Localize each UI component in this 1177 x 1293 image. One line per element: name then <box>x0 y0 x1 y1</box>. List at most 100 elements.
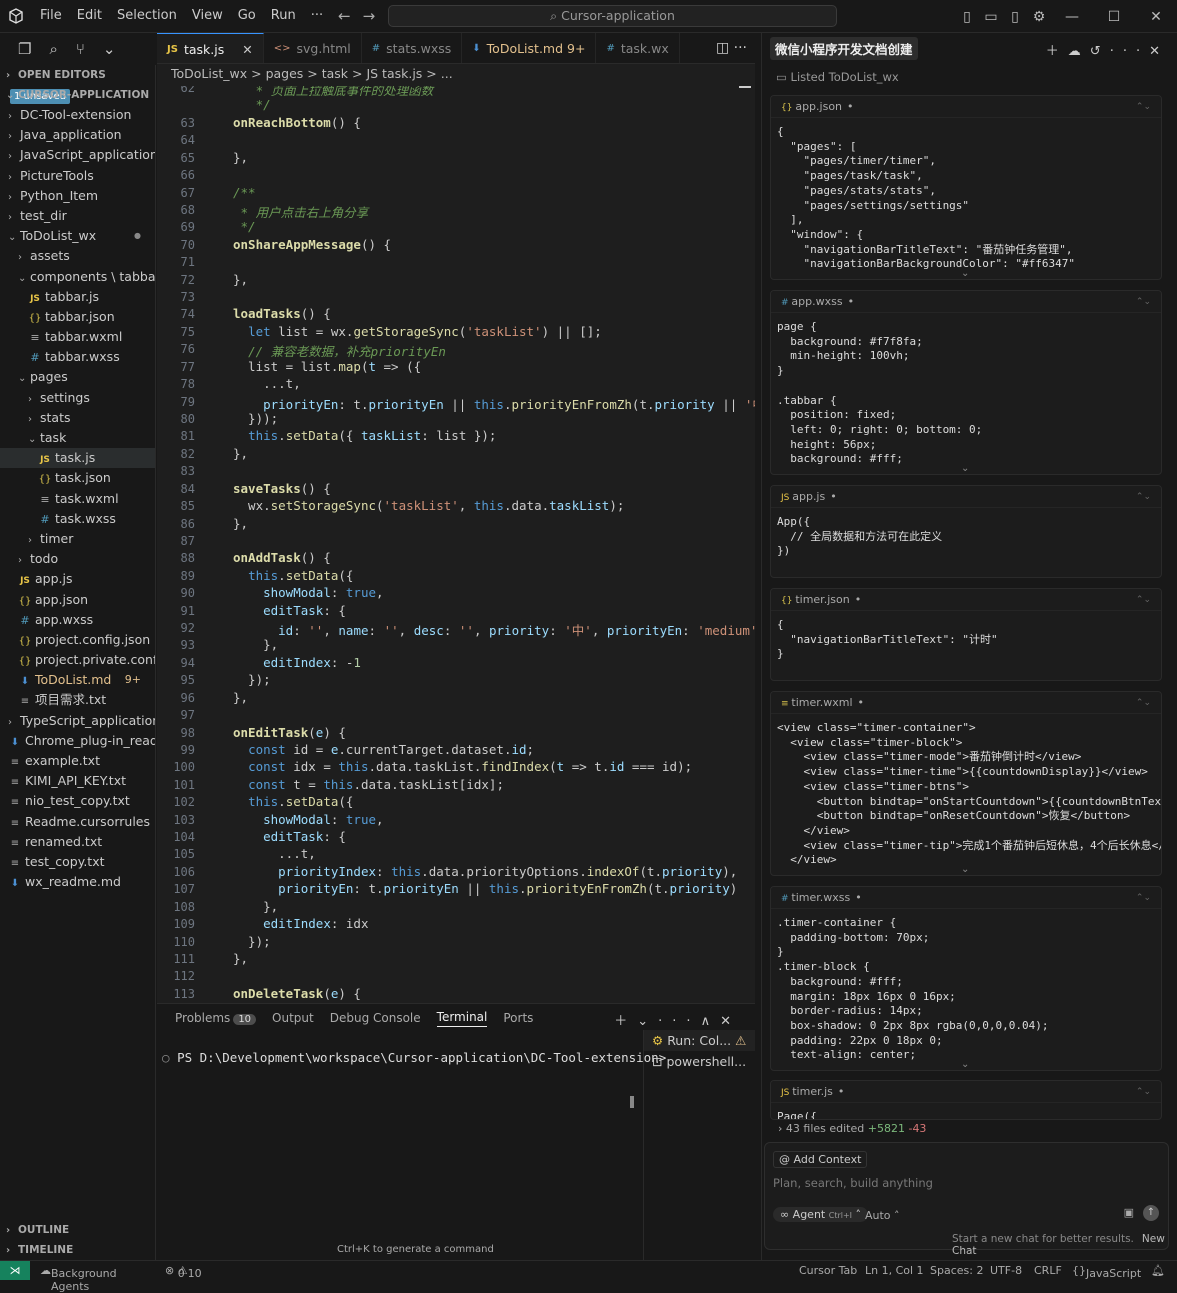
history-icon[interactable]: ↺ <box>1090 44 1110 59</box>
tree-item[interactable]: ⌄ ToDoList_wx ● <box>0 226 155 246</box>
editor-tab[interactable]: JS task.js ✕ <box>157 33 264 63</box>
tree-item[interactable]: # app.wxss <box>0 610 155 630</box>
tree-item[interactable]: {}project.private.confi... <box>0 650 155 670</box>
code-line[interactable]: }); <box>233 934 271 949</box>
code-card-content[interactable]: { "navigationBarTitleText": "计时" } <box>771 611 1161 680</box>
toggle-secondary-sidebar-icon[interactable]: ▯ <box>1003 9 1027 25</box>
new-chat-icon[interactable]: ＋ <box>1046 44 1068 59</box>
code-line[interactable]: loadTasks() { <box>233 306 331 321</box>
close-window-icon[interactable]: ✕ <box>1135 9 1177 25</box>
expand-collapse-icon[interactable]: ⌃⌄ <box>1136 887 1151 909</box>
code-line[interactable]: const t = this.data.taskList[idx]; <box>233 777 504 792</box>
code-line[interactable]: this.setData({ <box>233 568 353 583</box>
tree-item[interactable]: ≡ example.txt <box>0 751 155 771</box>
code-line[interactable]: }, <box>233 899 278 914</box>
agent-mode-select[interactable]: ∞ Agent Ctrl+I ˄ <box>773 1207 869 1222</box>
code-card-content[interactable]: App({ // 全局数据和方法可在此定义 }) <box>771 508 1161 577</box>
code-card-header[interactable]: JS timer.js • ⌃⌄ <box>771 1081 1161 1103</box>
tree-item[interactable]: ≡ nio_test_copy.txt <box>0 791 155 811</box>
language-mode[interactable]: {} JavaScript <box>1072 1264 1141 1280</box>
editor-tab[interactable]: <> svg.html <box>264 33 362 63</box>
explorer-icon[interactable]: ❐ <box>18 40 31 58</box>
tree-item[interactable]: › timer <box>0 529 155 549</box>
code-line[interactable]: ...t, <box>233 846 316 861</box>
code-line[interactable]: showModal: true, <box>233 585 383 600</box>
chevron-down-icon[interactable]: ⌄ <box>961 268 969 279</box>
code-card-content[interactable]: .timer-container { padding-bottom: 70px;… <box>771 909 1161 1070</box>
tree-item[interactable]: ≡ Readme.cursorrules <box>0 812 155 832</box>
code-line[interactable]: const idx = this.data.taskList.findIndex… <box>233 759 692 774</box>
toggle-panel-icon[interactable]: ▭ <box>979 9 1003 25</box>
source-control-icon[interactable]: ⑂ <box>76 40 85 58</box>
tree-item[interactable]: › todo <box>0 549 155 569</box>
expand-collapse-icon[interactable]: ⌃⌄ <box>1136 1081 1151 1103</box>
terminal-item-run[interactable]: ⚙ Run: Col... ⚠ <box>644 1030 755 1051</box>
menu-item-view[interactable]: View <box>192 8 223 23</box>
code-line[interactable]: })); <box>233 411 278 426</box>
menu-item-file[interactable]: File <box>40 8 62 23</box>
image-icon[interactable]: ▣ <box>1124 1206 1134 1219</box>
chevron-down-icon[interactable]: ⌄ <box>961 1059 969 1070</box>
code-line[interactable]: let list = wx.getStorageSync('taskList')… <box>233 324 602 339</box>
code-line[interactable]: }, <box>233 446 248 461</box>
code-line[interactable]: }, <box>233 637 278 652</box>
code-line[interactable]: list = list.map(t => ({ <box>233 359 421 374</box>
code-line[interactable]: */ <box>233 97 271 112</box>
more-icon[interactable]: ··· <box>658 1014 700 1029</box>
outline-header[interactable]: › OUTLINE <box>0 1220 69 1240</box>
tree-item[interactable]: {} tabbar.json <box>0 307 155 327</box>
more-actions-icon[interactable]: ··· <box>734 40 747 56</box>
timeline-header[interactable]: › TIMELINE <box>0 1240 73 1260</box>
code-line[interactable]: priorityIndex: this.data.priorityOptions… <box>233 864 737 879</box>
split-editor-icon[interactable]: ◫ <box>716 40 729 56</box>
code-line[interactable]: }, <box>233 951 248 966</box>
settings-gear-icon[interactable]: ⚙ <box>1027 9 1051 25</box>
close-panel-icon[interactable]: ✕ <box>720 1014 741 1029</box>
code-line[interactable]: }, <box>233 150 248 165</box>
tree-item[interactable]: ≡ task.wxml <box>0 489 155 509</box>
code-line[interactable]: /** <box>233 185 256 200</box>
workspace-root-header[interactable]: ⌄ CURSOR-APPLICATION <box>0 85 155 105</box>
code-line[interactable]: }, <box>233 690 248 705</box>
tree-item[interactable]: JS app.js <box>0 569 155 589</box>
tree-item[interactable]: › TypeScript_application <box>0 711 155 731</box>
encoding[interactable]: UTF-8 <box>990 1264 1022 1277</box>
tree-item[interactable]: # task.wxss <box>0 509 155 529</box>
code-line[interactable]: id: '', name: '', desc: '', priority: '中… <box>233 620 755 639</box>
code-card-header[interactable]: ≡ timer.wxml • ⌃⌄ <box>771 692 1161 714</box>
tree-item[interactable]: {} app.json <box>0 590 155 610</box>
code-line[interactable]: */ <box>233 219 256 234</box>
tree-item[interactable]: JS tabbar.js <box>0 287 155 307</box>
tree-item[interactable]: ≡ renamed.txt <box>0 832 155 852</box>
code-line[interactable]: editTask: { <box>233 829 346 844</box>
code-line[interactable]: priorityEn: t.priorityEn || this.priorit… <box>233 394 755 413</box>
tree-item[interactable]: ⬇ wx_readme.md <box>0 872 155 892</box>
code-line[interactable]: this.setData({ <box>233 794 353 809</box>
tree-item[interactable]: › test_dir <box>0 206 155 226</box>
code-card-content[interactable]: page { background: #f7f8fa; min-height: … <box>771 313 1161 474</box>
tree-item[interactable]: › settings <box>0 388 155 408</box>
breadcrumb[interactable]: ToDoList_wx > pages > task > JS task.js … <box>157 64 755 84</box>
code-line[interactable]: }, <box>233 272 248 287</box>
send-icon[interactable]: ↑ <box>1143 1205 1159 1221</box>
forward-arrow-icon[interactable]: → <box>363 7 376 25</box>
tree-item[interactable]: ≡ tabbar.wxml <box>0 327 155 347</box>
tree-item[interactable]: › stats <box>0 408 155 428</box>
tree-item[interactable]: › PictureTools <box>0 166 155 186</box>
close-icon[interactable]: ✕ <box>1149 44 1169 59</box>
code-card-content[interactable]: Page({ <box>771 1103 1161 1119</box>
menu-item-run[interactable]: Run <box>271 8 296 23</box>
code-line[interactable]: * 用户点击右上角分享 <box>233 202 369 221</box>
toggle-sidebar-icon[interactable]: ▯ <box>955 9 979 25</box>
maximize-icon[interactable]: ☐ <box>1093 9 1135 25</box>
chat-title[interactable]: 微信小程序开发文档创建 <box>770 37 918 60</box>
code-line[interactable]: onShareAppMessage() { <box>233 237 391 252</box>
code-line[interactable]: const id = e.currentTarget.dataset.id; <box>233 742 534 757</box>
code-line[interactable]: priorityEn: t.priorityEn || this.priorit… <box>233 881 737 896</box>
tree-item[interactable]: {} task.json <box>0 468 155 488</box>
tree-item[interactable]: › Python_Item <box>0 186 155 206</box>
code-line[interactable]: onDeleteTask(e) { <box>233 986 361 1001</box>
files-edited-summary[interactable]: › 43 files edited +5821 -43 <box>778 1122 926 1135</box>
tree-item[interactable]: ⬇ ToDoList.md 9+ <box>0 670 155 690</box>
panel-tab-output[interactable]: Output <box>272 1011 314 1025</box>
